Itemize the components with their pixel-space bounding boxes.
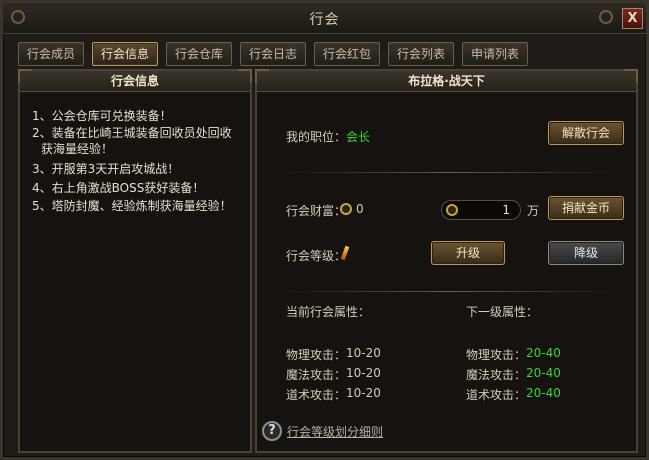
attr-value: 10-20 (346, 346, 381, 360)
position-label-text: 我的职位： (286, 130, 347, 144)
help-icon[interactable]: ? (262, 421, 282, 441)
attr-value: 10-20 (346, 386, 381, 400)
tab-warehouse[interactable]: 行会仓库 (166, 42, 232, 66)
next-attrs-title: 下一级属性： (466, 305, 539, 319)
donate-unit: 万 (527, 204, 540, 218)
gold-coin-icon (340, 203, 352, 215)
tab-members[interactable]: 行会成员 (18, 42, 84, 66)
upgrade-button[interactable]: 升级 (431, 241, 505, 265)
attr-label: 魔法攻击： (286, 368, 347, 382)
wealth-label: 行会财富： (286, 204, 347, 218)
dissolve-guild-button[interactable]: 解散行会 (548, 121, 624, 145)
attr-value: 10-20 (346, 366, 381, 380)
position-value: 会长 (346, 130, 371, 144)
notice-line: 获海量经验！ (41, 142, 114, 156)
divider (281, 172, 621, 173)
attr-value: 20-40 (526, 346, 561, 360)
guild-name: 布拉格·战天下 (257, 71, 636, 92)
attr-label: 道术攻击： (466, 388, 527, 402)
divider (281, 291, 621, 292)
window-title: 行会 (309, 12, 340, 28)
attr-value: 20-40 (526, 386, 561, 400)
tab-red-packet[interactable]: 行会红包 (314, 42, 380, 66)
gold-coin-icon (446, 204, 458, 216)
guild-detail-panel: 布拉格·战天下 我的职位：会长 解散行会 行会财富： 0 1 万 捐献金币 行会… (255, 69, 638, 453)
guild-notice-title: 行会信息 (20, 71, 250, 92)
notice-line: 4、右上角激战BOSS获好装备！ (32, 181, 205, 195)
current-attrs-title: 当前行会属性： (286, 305, 371, 319)
close-button[interactable]: X (622, 8, 643, 29)
guild-level-rules-link[interactable]: 行会等级划分细则 (287, 423, 383, 440)
attr-label: 魔法攻击： (466, 368, 527, 382)
notice-line: 5、塔防封魔、经验炼制获海量经验！ (32, 199, 232, 213)
tab-applications[interactable]: 申请列表 (462, 42, 528, 66)
tab-guild-info[interactable]: 行会信息 (92, 42, 158, 66)
notice-line: 2、装备在比崎王城装备回收员处回收 (32, 126, 232, 140)
attr-label: 道术攻击： (286, 388, 347, 402)
guild-notice-panel: 行会信息 1、公会仓库可兑换装备！ 2、装备在比崎王城装备回收员处回收 获海量经… (18, 69, 252, 453)
level-label: 行会等级： (286, 249, 347, 263)
position-label: 我的职位：会长 (286, 128, 370, 145)
guild-window: 行会 X 行会成员 行会信息 行会仓库 行会日志 行会红包 行会列表 申请列表 … (0, 0, 649, 460)
title-bar: 行会 X (3, 3, 646, 34)
tab-log[interactable]: 行会日志 (240, 42, 306, 66)
wealth-value: 0 (356, 202, 364, 216)
tab-guild-list[interactable]: 行会列表 (388, 42, 454, 66)
downgrade-button[interactable]: 降级 (548, 241, 624, 265)
attr-label: 物理攻击： (286, 348, 347, 362)
notice-line: 1、公会仓库可兑换装备！ (32, 109, 172, 123)
attr-value: 20-40 (526, 366, 561, 380)
notice-line: 3、开服第3天开启攻城战！ (32, 162, 180, 176)
attr-label: 物理攻击： (466, 348, 527, 362)
donate-gold-button[interactable]: 捐献金币 (548, 196, 624, 220)
